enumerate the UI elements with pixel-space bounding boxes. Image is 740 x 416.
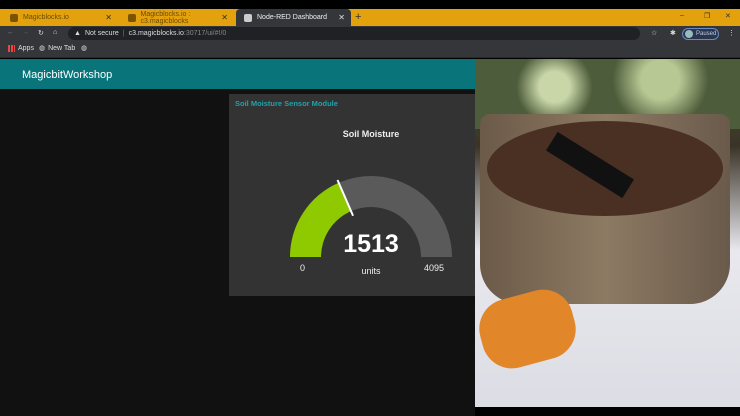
- bookmark-new-tab[interactable]: ◍ New Tab: [39, 44, 76, 53]
- close-tab-icon[interactable]: ✕: [105, 13, 112, 22]
- close-window-button[interactable]: ✕: [725, 12, 731, 20]
- bookmark-label: New Tab: [48, 44, 76, 52]
- dashboard-header: MagicbitWorkshop: [0, 59, 475, 89]
- apps-grid-icon: [8, 45, 15, 52]
- tab-node-red-dashboard[interactable]: Node-RED Dashboard ✕: [236, 9, 351, 26]
- magicblocks-favicon-icon: [128, 13, 136, 22]
- url-field[interactable]: ▲ Not secure | c3.magicblocks.io:30717/u…: [68, 27, 640, 40]
- bookmark-apps[interactable]: Apps: [8, 45, 34, 52]
- extensions-icon[interactable]: ✱: [670, 29, 676, 37]
- group-card: Soil Moisture Sensor Module Soil Moistur…: [229, 94, 475, 296]
- tab-label: Node-RED Dashboard: [257, 14, 328, 21]
- url-path: :30717/ui/#!/0: [183, 30, 227, 37]
- warning-icon: ▲: [74, 30, 81, 37]
- profile-status: Paused: [696, 31, 717, 37]
- node-red-favicon-icon: [244, 13, 252, 22]
- reload-button[interactable]: ↻: [38, 29, 44, 37]
- webcam-photo: [475, 59, 740, 407]
- back-button[interactable]: ←: [7, 29, 14, 36]
- maximize-button[interactable]: ❐: [704, 12, 710, 20]
- security-label: Not secure: [84, 30, 119, 37]
- tab-label: Magicblocks.io: [23, 14, 69, 21]
- forward-button[interactable]: →: [22, 29, 29, 36]
- gauge-max: 4095: [424, 263, 445, 273]
- profile-button[interactable]: Paused: [682, 28, 719, 40]
- new-tab-button[interactable]: +: [355, 9, 361, 26]
- menu-icon[interactable]: ⋮: [728, 29, 735, 37]
- tab-magicblocks-c3[interactable]: Magicblocks.io : c3.magicblocks ✕: [120, 9, 234, 26]
- tab-label: Magicblocks.io : c3.magicblocks: [140, 10, 191, 25]
- gauge-units: units: [361, 266, 381, 276]
- gauge-min: 0: [300, 263, 306, 273]
- close-tab-icon[interactable]: ✕: [221, 13, 228, 22]
- globe-icon[interactable]: ◍: [81, 44, 87, 52]
- magicblocks-favicon-icon: [10, 13, 18, 22]
- minimize-button[interactable]: –: [680, 12, 684, 19]
- globe-icon: ◍: [39, 45, 46, 52]
- bookmarks-bar: [0, 41, 740, 58]
- bookmark-star-icon[interactable]: ☆: [651, 29, 657, 37]
- tab-magicblocks[interactable]: Magicblocks.io ✕: [2, 9, 118, 26]
- url-host: c3.magicblocks.io: [128, 30, 184, 37]
- bookmark-label: Apps: [18, 45, 34, 52]
- close-tab-icon[interactable]: ✕: [338, 13, 345, 22]
- home-button[interactable]: ⌂: [53, 29, 57, 36]
- gauge-value: 1513: [343, 230, 399, 258]
- dashboard-title: MagicbitWorkshop: [22, 69, 113, 81]
- avatar: [685, 30, 693, 38]
